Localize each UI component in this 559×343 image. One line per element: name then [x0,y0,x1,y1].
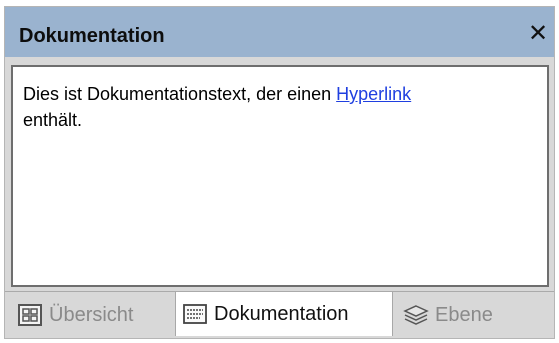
hyperlink[interactable]: Hyperlink [336,84,411,104]
overview-icon [18,304,42,326]
documentation-content[interactable]: Dies ist Dokumentationstext, der einen H… [11,65,549,287]
panel-titlebar: Dokumentation ✕ [5,7,554,57]
documentation-icon [183,304,207,324]
tab-uebersicht-label: Übersicht [49,303,134,326]
documentation-text: Dies ist Dokumentationstext, der einen H… [23,81,533,133]
layers-icon [403,305,429,325]
documentation-text-end: enthält. [23,110,83,130]
tab-uebersicht[interactable]: Übersicht [11,294,173,336]
close-button[interactable]: ✕ [524,19,552,47]
tab-dokumentation[interactable]: Dokumentation [175,292,393,336]
tab-ebene-label: Ebene [435,303,493,326]
documentation-text-start: Dies ist Dokumentationstext, der einen [23,84,337,104]
documentation-panel: Dokumentation ✕ Dies ist Dokumentationst… [4,6,555,339]
tab-ebene[interactable]: Ebene [397,294,527,336]
tab-dokumentation-label: Dokumentation [214,302,349,325]
panel-title: Dokumentation [19,25,165,47]
tab-strip: Übersicht Dokumentation Ebene [5,291,554,338]
